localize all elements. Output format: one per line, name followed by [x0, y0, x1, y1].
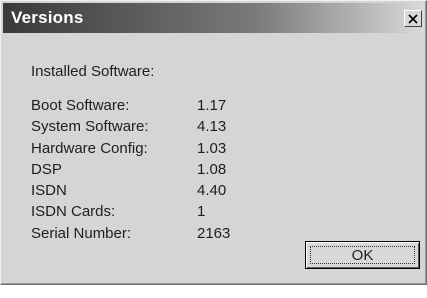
item-name: DSP: [31, 160, 62, 178]
list-item: Hardware Config: 1.03: [31, 140, 271, 161]
list-item: Boot Software: 1.17: [31, 97, 271, 118]
list-item: System Software: 4.13: [31, 118, 271, 139]
list-item: Serial Number: 2163: [31, 225, 271, 246]
item-value: 4.13: [197, 118, 227, 136]
item-value: 2163: [197, 224, 231, 242]
item-value: 4.40: [197, 182, 227, 200]
close-icon: [408, 13, 418, 24]
item-value: 1.03: [197, 139, 227, 157]
item-name: Boot Software:: [31, 97, 130, 114]
item-value: 1: [197, 203, 206, 221]
item-name: Serial Number:: [31, 224, 132, 242]
list-item: ISDN Cards: 1: [31, 203, 271, 224]
item-name: Hardware Config:: [31, 139, 148, 157]
item-name: ISDN: [31, 182, 67, 200]
list-item: ISDN 4.40: [31, 182, 271, 203]
item-value: 1.08: [197, 160, 227, 178]
window-title: Versions: [11, 8, 84, 27]
list-item: DSP 1.08: [31, 161, 271, 182]
versions-dialog: Versions Installed Software: Boot Softwa…: [0, 0, 427, 285]
item-name: ISDN Cards:: [31, 203, 116, 221]
installed-software-label: Installed Software:: [31, 63, 155, 80]
ok-button[interactable]: OK: [305, 241, 420, 269]
item-value: 1.17: [197, 97, 227, 114]
title-bar[interactable]: Versions: [3, 3, 424, 33]
focus-rectangle: [310, 246, 415, 264]
close-button[interactable]: [404, 10, 422, 27]
item-name: System Software:: [31, 118, 149, 136]
version-list: Boot Software: 1.17 System Software: 4.1…: [31, 97, 271, 246]
